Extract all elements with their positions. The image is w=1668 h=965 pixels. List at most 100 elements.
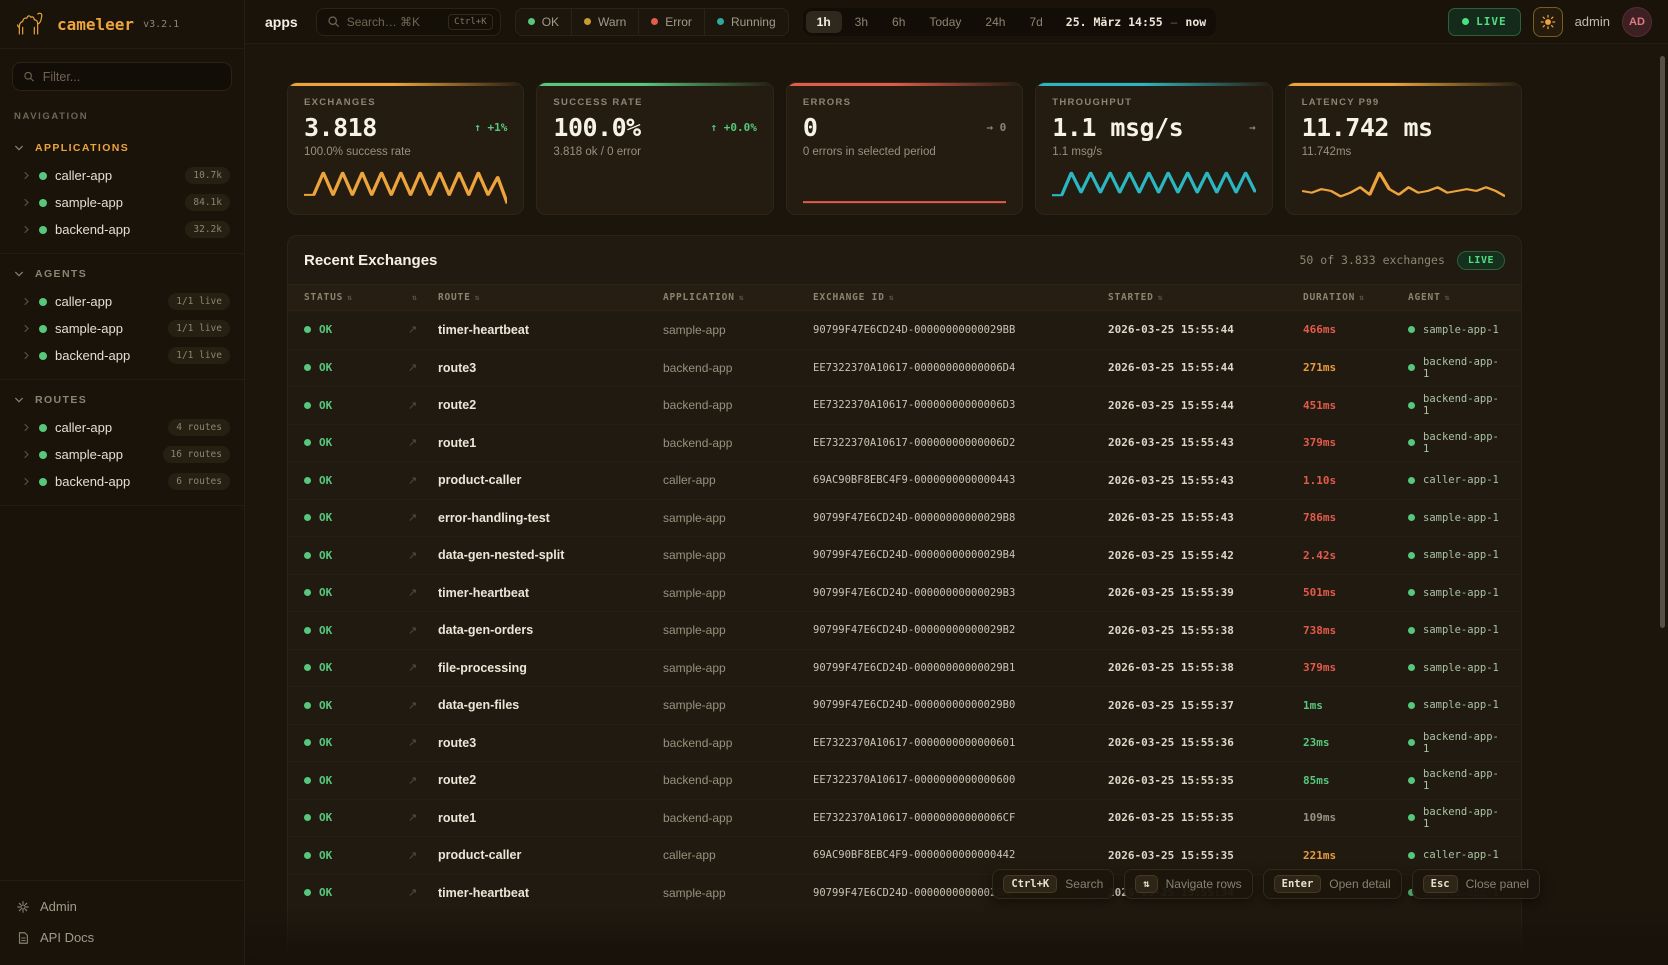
- range-button[interactable]: 6h: [881, 11, 916, 33]
- table-row[interactable]: OK ↗ route1 backend-app EE7322370A10617-…: [288, 799, 1521, 837]
- table-row[interactable]: OK ↗ route3 backend-app EE7322370A10617-…: [288, 349, 1521, 387]
- chevron-down-icon: [14, 143, 24, 153]
- sidebar-item[interactable]: backend-app 6 routes: [0, 468, 244, 495]
- table-row[interactable]: OK ↗ product-caller caller-app 69AC90BF8…: [288, 461, 1521, 499]
- duration-cell: 221ms: [1303, 849, 1408, 862]
- agent-label: caller-app-1: [1423, 474, 1499, 486]
- table-row[interactable]: OK ↗ file-processing sample-app 90799F47…: [288, 649, 1521, 687]
- column-header-application[interactable]: APPLICATION⇅: [663, 292, 813, 303]
- search-kbd-badge: Ctrl+K: [448, 14, 493, 30]
- status-dot: [304, 664, 311, 671]
- section-header-routes[interactable]: ROUTES: [0, 386, 244, 414]
- chevron-right-icon: [22, 351, 31, 360]
- range-buttons: 1h 3h 6h Today 24h 7d: [806, 11, 1054, 33]
- route-cell: file-processing: [438, 661, 663, 675]
- status-filter-chip[interactable]: OK: [516, 9, 571, 35]
- range-button[interactable]: 7d: [1018, 11, 1053, 33]
- duration-cell: 85ms: [1303, 774, 1408, 787]
- column-header-status[interactable]: STATUS⇅: [304, 292, 408, 303]
- open-route-icon: ↗: [408, 586, 438, 599]
- table-row[interactable]: OK ↗ timer-heartbeat sample-app 90799F47…: [288, 574, 1521, 612]
- range-button[interactable]: 24h: [974, 11, 1016, 33]
- scrollbar-thumb[interactable]: [1660, 56, 1665, 628]
- sidebar-item[interactable]: backend-app 1/1 live: [0, 342, 244, 369]
- status-label: OK: [319, 699, 332, 712]
- item-badge: 16 routes: [163, 446, 230, 463]
- kpi-trend: ↑ +0.0%: [710, 121, 756, 134]
- item-label: backend-app: [55, 348, 160, 363]
- range-button[interactable]: 3h: [844, 11, 879, 33]
- table-row[interactable]: OK ↗ route1 backend-app EE7322370A10617-…: [288, 424, 1521, 462]
- column-header-exchange-id[interactable]: EXCHANGE ID⇅: [813, 292, 1108, 303]
- panel-title: Recent Exchanges: [304, 252, 437, 269]
- application-cell: sample-app: [663, 623, 813, 637]
- section-header-applications[interactable]: APPLICATIONS: [0, 134, 244, 162]
- table-row[interactable]: OK ↗ route2 backend-app EE7322370A10617-…: [288, 386, 1521, 424]
- route-cell: product-caller: [438, 848, 663, 862]
- agent-dot: [1408, 552, 1415, 559]
- agent-cell: backend-app-1: [1408, 356, 1505, 380]
- exchange-id-cell: EE7322370A10617-00000000000006D2: [813, 437, 1108, 449]
- status-dot: [304, 364, 311, 371]
- range-button[interactable]: 1h: [806, 11, 842, 33]
- kpi-subtitle: 1.1 msg/s: [1052, 146, 1255, 158]
- theme-toggle-button[interactable]: [1533, 7, 1563, 37]
- sidebar-item-admin[interactable]: Admin: [0, 891, 244, 922]
- started-cell: 2026-03-25 15:55:38: [1108, 661, 1303, 674]
- sidebar-item[interactable]: caller-app 4 routes: [0, 414, 244, 441]
- sidebar-item-api-docs[interactable]: API Docs: [0, 922, 244, 953]
- filter-input[interactable]: [43, 70, 221, 84]
- status-label: OK: [319, 661, 332, 674]
- section-header-agents[interactable]: AGENTS: [0, 260, 244, 288]
- column-header-duration[interactable]: DURATION⇅: [1303, 292, 1408, 303]
- app-root: cameleer v3.2.1 NAVIGATION APPLICATIONS: [0, 0, 1668, 965]
- avatar[interactable]: AD: [1622, 7, 1652, 37]
- live-toggle-button[interactable]: LIVE: [1448, 8, 1521, 36]
- sidebar-item[interactable]: sample-app 1/1 live: [0, 315, 244, 342]
- table-row[interactable]: OK ↗ route3 backend-app EE7322370A10617-…: [288, 724, 1521, 762]
- duration-cell: 379ms: [1303, 436, 1408, 449]
- panel-header: Recent Exchanges 50 of 3.833 exchanges L…: [288, 236, 1521, 284]
- sidebar-item[interactable]: backend-app 32.2k: [0, 216, 244, 243]
- status-cell: OK: [304, 811, 408, 824]
- date-range-display[interactable]: 25. März 14:55 – now: [1066, 15, 1206, 29]
- status-filter-chip[interactable]: Running: [704, 9, 788, 35]
- application-cell: backend-app: [663, 398, 813, 412]
- status-dot: [304, 439, 311, 446]
- status-label: OK: [319, 474, 332, 487]
- range-button[interactable]: Today: [918, 11, 972, 33]
- column-header-started[interactable]: STARTED⇅: [1108, 292, 1303, 303]
- route-cell: timer-heartbeat: [438, 886, 663, 900]
- status-dot: [304, 739, 311, 746]
- sidebar-item[interactable]: caller-app 10.7k: [0, 162, 244, 189]
- table-row[interactable]: OK ↗ timer-heartbeat sample-app 90799F47…: [288, 311, 1521, 349]
- status-filter-chip[interactable]: Error: [638, 9, 704, 35]
- table-row[interactable]: OK ↗ data-gen-files sample-app 90799F47E…: [288, 686, 1521, 724]
- section-items-routes: caller-app 4 routes sample-app 16 routes: [0, 414, 244, 495]
- table-row[interactable]: OK ↗ data-gen-orders sample-app 90799F47…: [288, 611, 1521, 649]
- application-cell: sample-app: [663, 323, 813, 337]
- status-filter-chip[interactable]: Warn: [571, 9, 638, 35]
- column-header-route[interactable]: ROUTE⇅: [438, 292, 663, 303]
- table-row[interactable]: OK ↗ error-handling-test sample-app 9079…: [288, 499, 1521, 537]
- kpi-trend: ↑ +1%: [474, 121, 507, 134]
- status-dot: [304, 477, 311, 484]
- agent-label: sample-app-1: [1423, 512, 1499, 524]
- table-row[interactable]: OK ↗ route2 backend-app EE7322370A10617-…: [288, 761, 1521, 799]
- item-label: backend-app: [55, 474, 160, 489]
- context-label: apps: [265, 14, 298, 30]
- column-header-blank[interactable]: ⇅: [408, 293, 438, 302]
- search-input[interactable]: [347, 15, 441, 29]
- sidebar-item[interactable]: caller-app 1/1 live: [0, 288, 244, 315]
- sidebar-item[interactable]: sample-app 16 routes: [0, 441, 244, 468]
- item-label: sample-app: [55, 447, 155, 462]
- table-row[interactable]: OK ↗ product-caller caller-app 69AC90BF8…: [288, 836, 1521, 874]
- column-header-agent[interactable]: AGENT⇅: [1408, 292, 1505, 303]
- sidebar-item[interactable]: sample-app 84.1k: [0, 189, 244, 216]
- agent-label: sample-app-1: [1423, 662, 1499, 674]
- search-icon: [23, 70, 35, 83]
- table-row[interactable]: OK ↗ data-gen-nested-split sample-app 90…: [288, 536, 1521, 574]
- kpi-sparkline: [304, 168, 507, 206]
- agent-dot: [1408, 477, 1415, 484]
- duration-cell: 109ms: [1303, 811, 1408, 824]
